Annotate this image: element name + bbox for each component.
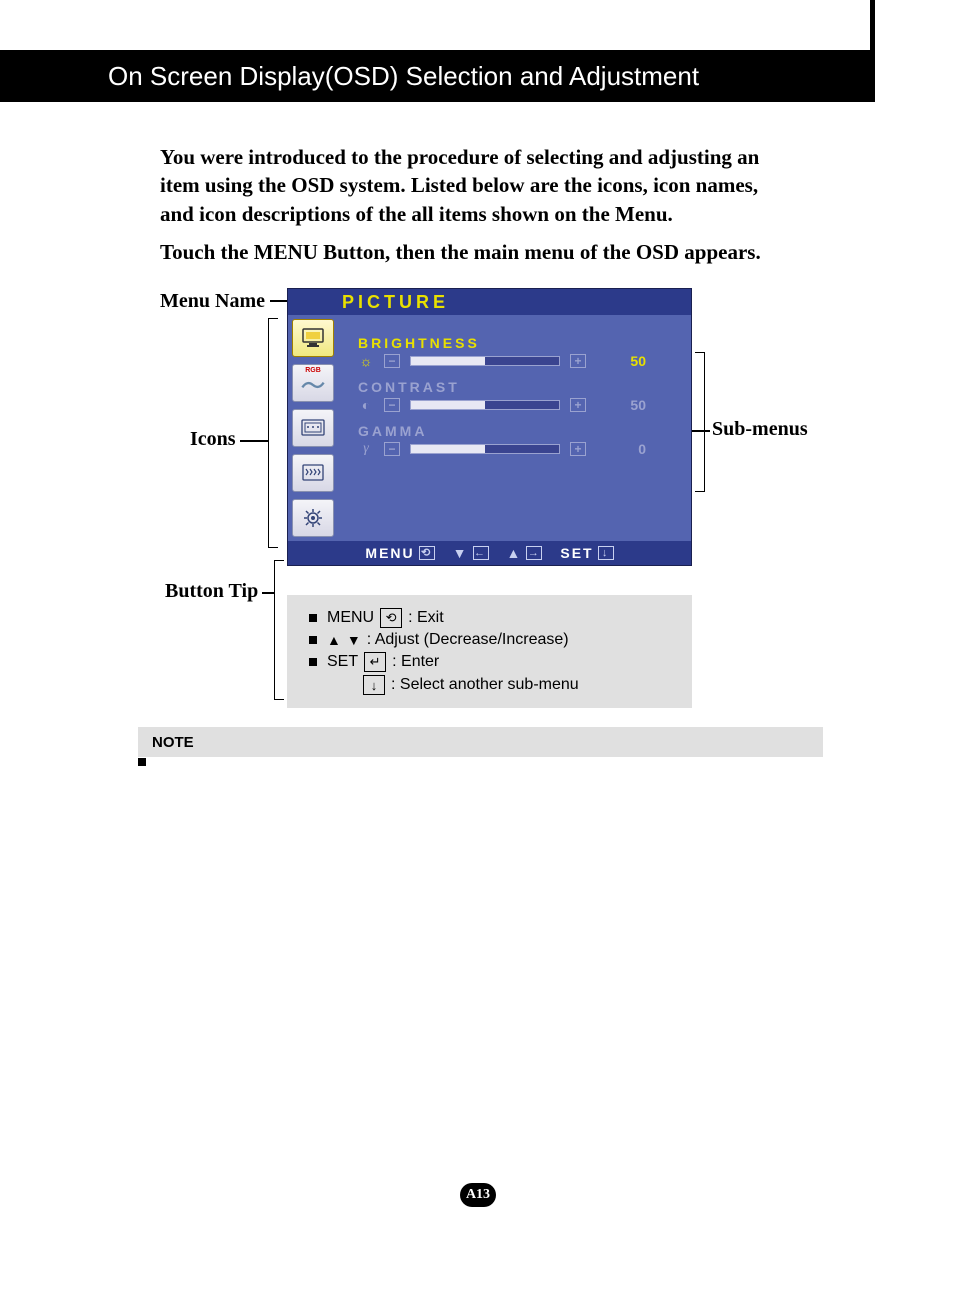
label-sub-menus: Sub-menus <box>712 418 808 441</box>
bullet-icon <box>309 658 317 666</box>
brightness-value: 50 <box>616 353 646 369</box>
contrast-value: 50 <box>616 397 646 413</box>
note-bar: NOTE <box>138 727 823 757</box>
note-label: NOTE <box>152 734 194 751</box>
tip-select: ↓ : Select another sub-menu <box>363 675 674 695</box>
button-tip-box: MENU ⟲ : Exit ▲ ▼ : Adjust (Decrease/Inc… <box>287 595 692 708</box>
bracket-button-tip <box>274 560 284 700</box>
plus-button[interactable]: + <box>570 398 586 412</box>
submenu-contrast-label: CONTRAST <box>358 379 669 395</box>
submenu-gamma-label: GAMMA <box>358 423 669 439</box>
screen-pos-icon <box>300 417 326 439</box>
bullet-icon <box>309 614 317 622</box>
set-down-icon: ↓ <box>598 546 614 560</box>
contrast-bar[interactable] <box>410 400 560 410</box>
rgb-icon: RGB <box>300 367 326 374</box>
contrast-icon: ◐ <box>358 397 374 413</box>
plus-button[interactable]: + <box>570 442 586 456</box>
submenu-brightness-label: BRIGHTNESS <box>358 335 669 351</box>
tip-arrows-desc: : Adjust (Decrease/Increase) <box>367 631 569 649</box>
osd-panel: PICTURE RGB BRIGHTNESS <box>287 288 692 566</box>
page-header: On Screen Display(OSD) Selection and Adj… <box>0 50 875 102</box>
gamma-bar[interactable] <box>410 444 560 454</box>
page-number: A13 <box>460 1183 496 1207</box>
gear-icon <box>300 507 326 529</box>
intro-paragraph-1: You were introduced to the procedure of … <box>160 143 780 228</box>
plus-button[interactable]: + <box>570 354 586 368</box>
enter-icon: ↵ <box>364 652 386 672</box>
osd-icon-column: RGB <box>288 315 338 541</box>
gamma-value: 0 <box>616 441 646 457</box>
osd-tab-setup[interactable] <box>292 499 334 537</box>
gamma-icon: γ <box>358 441 374 457</box>
tip-set-label: SET <box>327 653 358 671</box>
label-icons: Icons <box>190 428 236 451</box>
line-menu-name <box>270 300 288 302</box>
label-menu-name: Menu Name <box>160 290 265 313</box>
menu-exit-icon: ⟲ <box>380 608 402 628</box>
bracket-sub-menus <box>695 352 705 492</box>
submenu-gamma[interactable]: GAMMA γ − + 0 <box>358 423 669 457</box>
monitor-icon <box>300 327 326 349</box>
label-button-tip: Button Tip <box>165 580 258 603</box>
line-icons <box>240 440 268 442</box>
minus-button[interactable]: − <box>384 442 400 456</box>
minus-button[interactable]: − <box>384 398 400 412</box>
tip-set-desc: : Enter <box>392 653 439 671</box>
tip-select-desc: : Select another sub-menu <box>391 676 579 694</box>
menu-exit-icon: ⟲ <box>419 546 435 560</box>
arrow-down-icon: ↓ <box>363 675 385 695</box>
osd-submenu-area: BRIGHTNESS ☼ − + 50 CONTRAST ◐ − + 50 <box>338 315 691 541</box>
osd-body: RGB BRIGHTNESS ☼ − + <box>288 315 691 541</box>
line-button-tip-h <box>262 592 274 594</box>
arrow-right-icon: → <box>526 546 542 560</box>
osd-tab-color[interactable]: RGB <box>292 364 334 402</box>
tip-menu-desc: : Exit <box>408 609 444 627</box>
arrow-left-icon: ← <box>473 546 489 560</box>
bracket-icons <box>268 318 278 548</box>
submenu-contrast[interactable]: CONTRAST ◐ − + 50 <box>358 379 669 413</box>
tip-menu-label: MENU <box>327 609 374 627</box>
triangle-down-icon: ▼ <box>347 632 361 648</box>
corner-rule <box>870 0 875 50</box>
tip-set: SET ↵ : Enter <box>309 652 674 672</box>
osd-tab-tracking[interactable] <box>292 454 334 492</box>
osd-tab-picture[interactable] <box>292 319 334 357</box>
footer-menu-label: MENU <box>365 545 414 561</box>
submenu-brightness[interactable]: BRIGHTNESS ☼ − + 50 <box>358 335 669 369</box>
footer-down: ▼← <box>453 545 489 561</box>
osd-tab-position[interactable] <box>292 409 334 447</box>
page-title: On Screen Display(OSD) Selection and Adj… <box>108 61 699 92</box>
tip-arrows: ▲ ▼ : Adjust (Decrease/Increase) <box>309 631 674 649</box>
footer-set-label: SET <box>560 545 593 561</box>
minus-button[interactable]: − <box>384 354 400 368</box>
note-bullet-icon <box>138 758 146 766</box>
osd-footer: MENU ⟲ ▼← ▲→ SET ↓ <box>288 541 691 565</box>
triangle-up-icon: ▲ <box>327 632 341 648</box>
intro-paragraph-2: Touch the MENU Button, then the main men… <box>160 240 780 265</box>
tracking-icon <box>300 462 326 484</box>
sun-icon: ☼ <box>358 353 374 369</box>
osd-menu-title: PICTURE <box>288 289 691 315</box>
footer-up: ▲→ <box>507 545 543 561</box>
footer-menu: MENU ⟲ <box>365 545 434 561</box>
brightness-bar[interactable] <box>410 356 560 366</box>
bullet-icon <box>309 636 317 644</box>
tip-menu: MENU ⟲ : Exit <box>309 608 674 628</box>
footer-set: SET ↓ <box>560 545 613 561</box>
